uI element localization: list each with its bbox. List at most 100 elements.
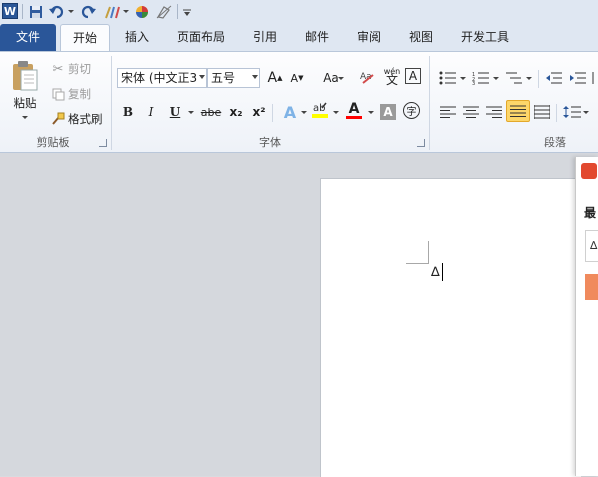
- svg-text:3: 3: [472, 81, 475, 85]
- svg-text:ab: ab: [313, 103, 325, 114]
- font-launcher-icon[interactable]: [417, 139, 425, 147]
- font-name-value: 宋体 (中文正3: [121, 71, 198, 85]
- font-inner-separator: [272, 104, 273, 122]
- font-color-bar: [346, 115, 362, 119]
- panel-logo-icon[interactable]: [581, 163, 597, 179]
- page-margin-mark: [406, 241, 429, 264]
- phonetic-char-icon: 文: [385, 73, 398, 87]
- bullets-dropdown-icon[interactable]: [460, 77, 466, 80]
- customize-icon[interactable]: [181, 3, 193, 20]
- font-color-glyph: A: [348, 100, 360, 117]
- font-name-combo[interactable]: 宋体 (中文正3: [117, 68, 207, 88]
- cut-button[interactable]: ✂ 剪切: [50, 60, 91, 78]
- format-painter-icon[interactable]: [103, 3, 123, 20]
- font-size-value: 五号: [211, 71, 236, 85]
- format-painter-button[interactable]: 格式刷: [50, 110, 103, 128]
- bold-button[interactable]: B: [118, 102, 138, 122]
- text-effect-button[interactable]: A: [280, 102, 300, 122]
- copy-label: 复制: [68, 87, 91, 101]
- font-color-icon[interactable]: A: [344, 100, 364, 120]
- paste-dropdown-icon[interactable]: [22, 116, 28, 119]
- font-color-dropdown-icon[interactable]: [368, 111, 374, 114]
- tab-review[interactable]: 审阅: [348, 24, 390, 51]
- save-icon[interactable]: [27, 3, 44, 20]
- eraser-icon[interactable]: [155, 3, 173, 20]
- tab-file[interactable]: 文件: [0, 24, 56, 51]
- clipboard-launcher-icon[interactable]: [99, 139, 107, 147]
- font-size-dropdown-icon[interactable]: [252, 75, 258, 79]
- ribbon-tabs: 文件 开始 插入 页面布局 引用 邮件 审阅 视图 开发工具: [0, 24, 598, 51]
- document-page[interactable]: [320, 178, 581, 477]
- tab-insert[interactable]: 插入: [114, 24, 160, 51]
- shrink-font-icon[interactable]: A ▼: [287, 68, 307, 88]
- paragraph-inner-separator: [538, 70, 539, 88]
- text-cursor-icon: [442, 263, 443, 281]
- painter-dropdown-icon[interactable]: [123, 10, 129, 13]
- tab-page-layout[interactable]: 页面布局: [170, 24, 232, 51]
- clipboard-group-label: 剪贴板: [36, 136, 70, 149]
- tab-mailings[interactable]: 邮件: [296, 24, 338, 51]
- paste-icon[interactable]: [8, 58, 42, 94]
- quick-access-toolbar: W: [0, 0, 598, 25]
- document-text[interactable]: ∆: [431, 265, 440, 280]
- paragraph-inner-separator: [556, 104, 557, 122]
- change-case-glyph: Aa: [323, 71, 339, 85]
- change-case-icon[interactable]: Aa: [318, 68, 344, 88]
- paste-button[interactable]: 粘贴: [10, 95, 40, 111]
- subscript-button[interactable]: x₂: [226, 102, 246, 122]
- char-border-icon[interactable]: A: [405, 68, 421, 84]
- phonetic-guide-icon[interactable]: wén 文: [381, 66, 403, 86]
- bullets-icon[interactable]: [438, 68, 458, 88]
- format-painter-label: 格式刷: [68, 112, 103, 126]
- side-panel: 最 ∆: [575, 157, 598, 476]
- highlight-dropdown-icon[interactable]: [333, 111, 339, 114]
- line-spacing-dropdown-icon[interactable]: [583, 111, 589, 114]
- text-effect-dropdown-icon[interactable]: [301, 111, 307, 114]
- sort-icon[interactable]: [591, 68, 598, 88]
- align-right-icon[interactable]: [484, 102, 504, 122]
- increase-indent-icon[interactable]: [568, 68, 588, 88]
- highlight-icon[interactable]: ab: [310, 100, 330, 120]
- multilevel-list-icon[interactable]: [504, 68, 524, 88]
- panel-action-button[interactable]: [585, 274, 598, 300]
- undo-icon[interactable]: [48, 3, 66, 20]
- multilevel-dropdown-icon[interactable]: [526, 77, 532, 80]
- line-spacing-icon[interactable]: [562, 102, 582, 122]
- align-left-icon[interactable]: [438, 102, 458, 122]
- cut-label: 剪切: [68, 62, 91, 76]
- font-name-dropdown-icon[interactable]: [199, 75, 205, 79]
- numbering-dropdown-icon[interactable]: [493, 77, 499, 80]
- enclose-char-icon[interactable]: 字: [403, 102, 420, 119]
- decrease-indent-icon[interactable]: [544, 68, 564, 88]
- shrink-arrow-icon: ▼: [298, 74, 304, 82]
- panel-search-input[interactable]: ∆: [585, 230, 598, 262]
- italic-button[interactable]: I: [141, 102, 161, 122]
- numbering-icon[interactable]: 123: [471, 68, 491, 88]
- word-app-icon[interactable]: W: [2, 3, 18, 19]
- grow-font-icon[interactable]: A ▲: [265, 68, 285, 88]
- redo-icon[interactable]: [80, 3, 98, 20]
- tab-home[interactable]: 开始: [60, 24, 110, 51]
- align-center-icon[interactable]: [461, 102, 481, 122]
- panel-title: 最: [584, 206, 597, 220]
- copy-button[interactable]: 复制: [50, 85, 91, 103]
- clear-format-icon[interactable]: Aa: [358, 68, 378, 88]
- grow-font-glyph: A: [267, 70, 278, 86]
- tab-developer[interactable]: 开发工具: [452, 24, 518, 51]
- tab-view[interactable]: 视图: [400, 24, 442, 51]
- underline-button[interactable]: U: [165, 102, 185, 122]
- justify-icon[interactable]: [506, 100, 530, 122]
- qat-separator: [22, 4, 23, 19]
- change-case-dropdown-icon[interactable]: [338, 77, 344, 80]
- underline-dropdown-icon[interactable]: [188, 111, 194, 114]
- undo-dropdown-icon[interactable]: [68, 10, 74, 13]
- char-shading-icon[interactable]: A: [380, 104, 396, 120]
- superscript-button[interactable]: x²: [249, 102, 269, 122]
- distribute-icon[interactable]: [532, 102, 552, 122]
- shrink-font-glyph: A: [290, 71, 299, 85]
- font-size-combo[interactable]: 五号: [207, 68, 260, 88]
- strikethrough-button[interactable]: abe: [199, 102, 223, 122]
- paragraph-group-label: 段落: [544, 136, 566, 149]
- color-wheel-icon[interactable]: [133, 3, 151, 20]
- tab-references[interactable]: 引用: [244, 24, 286, 51]
